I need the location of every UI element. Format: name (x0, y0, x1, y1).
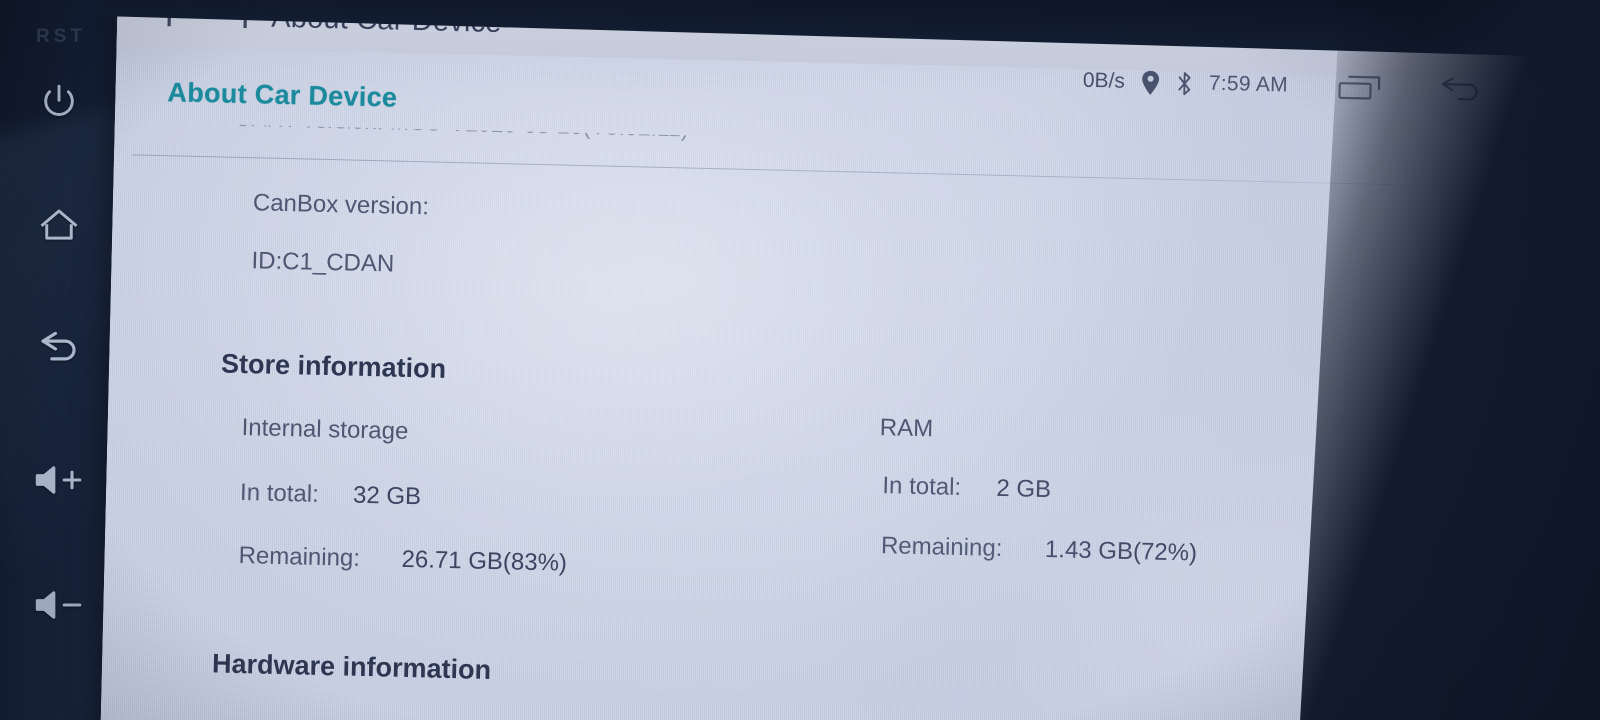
back-arrow-icon (36, 330, 82, 370)
volume-up-icon (33, 462, 85, 498)
internal-storage-label: Internal storage (241, 414, 409, 445)
volume-up-key[interactable] (22, 450, 96, 510)
ram-total-value: 2 GB (996, 474, 1052, 504)
device-photo: RST About Car Device 0B/s 7:59 AM About … (0, 0, 1600, 720)
back-key[interactable] (22, 320, 96, 380)
ram-total-label: In total: (882, 472, 962, 501)
store-information-title: Store information (220, 348, 447, 384)
hardware-information-title: Hardware information (211, 648, 492, 685)
screen-surface: About Car Device 0B/s 7:59 AM About Car … (99, 0, 1538, 720)
page-body: About Car Device UART version: MCU-V2020… (100, 46, 1536, 720)
internal-storage-remaining-value: 26.71 GB(83%) (401, 545, 568, 577)
clock-text: 7:59 AM (1208, 71, 1289, 97)
ram-remaining-label: Remaining: (880, 532, 1003, 562)
location-pin-icon (1141, 70, 1161, 95)
back-arrow-icon[interactable] (1440, 75, 1485, 104)
recents-icon[interactable] (1338, 73, 1383, 102)
volume-down-icon (33, 587, 85, 623)
ram-label: RAM (879, 414, 934, 443)
internal-storage-total-value: 32 GB (352, 481, 422, 511)
reset-label: RST (36, 26, 86, 47)
internal-storage-total-label: In total: (239, 479, 320, 508)
uart-version-row-clipped: UART version: MCU-V2020-03-20(V5.02.11) (234, 125, 874, 162)
home-icon[interactable] (165, 0, 250, 37)
home-key[interactable] (22, 195, 96, 255)
network-speed-text: 0B/s (1082, 68, 1126, 93)
bluetooth-icon (1176, 70, 1194, 95)
power-icon (38, 81, 80, 123)
volume-down-key[interactable] (22, 575, 96, 635)
app-bar-title: About Car Device (270, 1, 503, 39)
device-id-text: ID:C1_CDAN (251, 247, 395, 278)
power-key[interactable] (22, 72, 96, 132)
page-title: About Car Device (167, 77, 398, 113)
ram-remaining-value: 1.43 GB(72%) (1044, 535, 1198, 567)
canbox-version-label: CanBox version: (252, 189, 430, 221)
internal-storage-remaining-label: Remaining: (238, 542, 361, 572)
home-icon (36, 204, 82, 246)
uart-version-text: UART version: MCU-V2020-03-20(V5.02.11) (235, 125, 875, 147)
car-head-unit-screen: About Car Device 0B/s 7:59 AM About Car … (99, 0, 1538, 720)
